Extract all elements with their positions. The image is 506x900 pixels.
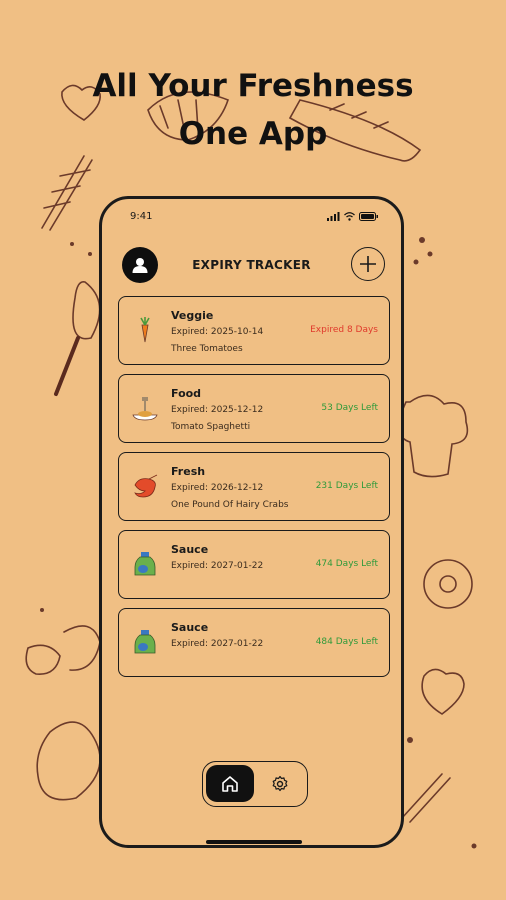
item-name: Sauce bbox=[171, 543, 209, 556]
item-expiry-date: Expired: 2027-01-22 bbox=[171, 561, 264, 571]
item-expiry-date: Expired: 2025-10-14 bbox=[171, 327, 264, 337]
add-item-button[interactable] bbox=[351, 247, 385, 281]
plate-icon bbox=[132, 397, 158, 421]
signal-icon bbox=[327, 212, 340, 221]
item-name: Food bbox=[171, 387, 202, 400]
twist-bread-doodle bbox=[41, 155, 93, 231]
item-status: Expired 8 Days bbox=[310, 325, 378, 335]
item-status: 53 Days Left bbox=[321, 403, 378, 413]
status-time: 9:41 bbox=[130, 211, 153, 222]
status-bar: 9:41 bbox=[102, 211, 401, 227]
item-status: 231 Days Left bbox=[315, 481, 378, 491]
item-description: Three Tomatoes bbox=[171, 344, 243, 354]
item-card[interactable]: Veggie Expired: 2025-10-14 Three Tomatoe… bbox=[118, 296, 390, 365]
whisk-doodle bbox=[72, 281, 101, 340]
item-status: 474 Days Left bbox=[315, 559, 378, 569]
home-indicator bbox=[206, 840, 302, 844]
gear-icon bbox=[272, 775, 288, 791]
item-card[interactable]: Sauce Expired: 2027-01-22 474 Days Left bbox=[118, 530, 390, 599]
plus-icon bbox=[360, 256, 376, 272]
bottom-tab-bar bbox=[202, 761, 308, 807]
item-expiry-date: Expired: 2025-12-12 bbox=[171, 405, 264, 415]
tab-home[interactable] bbox=[206, 765, 254, 802]
item-status: 484 Days Left bbox=[315, 637, 378, 647]
item-card[interactable]: Fresh Expired: 2026-12-12 One Pound Of H… bbox=[118, 452, 390, 521]
item-name: Fresh bbox=[171, 465, 206, 478]
sauce-bottle-icon bbox=[134, 630, 156, 654]
heart-doodle-2 bbox=[421, 668, 465, 715]
item-name: Veggie bbox=[171, 309, 214, 322]
wifi-icon bbox=[344, 212, 355, 221]
candy-doodle bbox=[25, 625, 101, 675]
promo-line-1: All Your Freshness bbox=[92, 68, 414, 104]
battery-icon bbox=[359, 212, 378, 221]
carrot-icon bbox=[140, 317, 150, 343]
phone-frame: 9:41 EXPIRY TRACKER Veggie Expired: 2025… bbox=[99, 196, 404, 848]
item-card[interactable]: Sauce Expired: 2027-01-22 484 Days Left bbox=[118, 608, 390, 677]
home-icon bbox=[222, 775, 238, 792]
bread-doodle bbox=[398, 394, 469, 478]
status-icons bbox=[327, 212, 379, 221]
palmier-doodle bbox=[36, 721, 101, 801]
donut-doodle bbox=[423, 559, 473, 609]
promo-line-2: One App bbox=[178, 116, 328, 152]
item-description: One Pound Of Hairy Crabs bbox=[171, 500, 289, 510]
item-expiry-date: Expired: 2027-01-22 bbox=[171, 639, 264, 649]
tab-settings[interactable] bbox=[257, 765, 303, 802]
promo-headline: All Your Freshness One App bbox=[0, 62, 506, 158]
twist-bread-doodle-2 bbox=[401, 773, 451, 823]
item-name: Sauce bbox=[171, 621, 209, 634]
item-expiry-date: Expired: 2026-12-12 bbox=[171, 483, 264, 493]
sauce-bottle-icon bbox=[134, 552, 156, 576]
item-description: Tomato Spaghetti bbox=[171, 422, 251, 432]
item-card[interactable]: Food Expired: 2025-12-12 Tomato Spaghett… bbox=[118, 374, 390, 443]
shrimp-icon bbox=[134, 474, 158, 498]
